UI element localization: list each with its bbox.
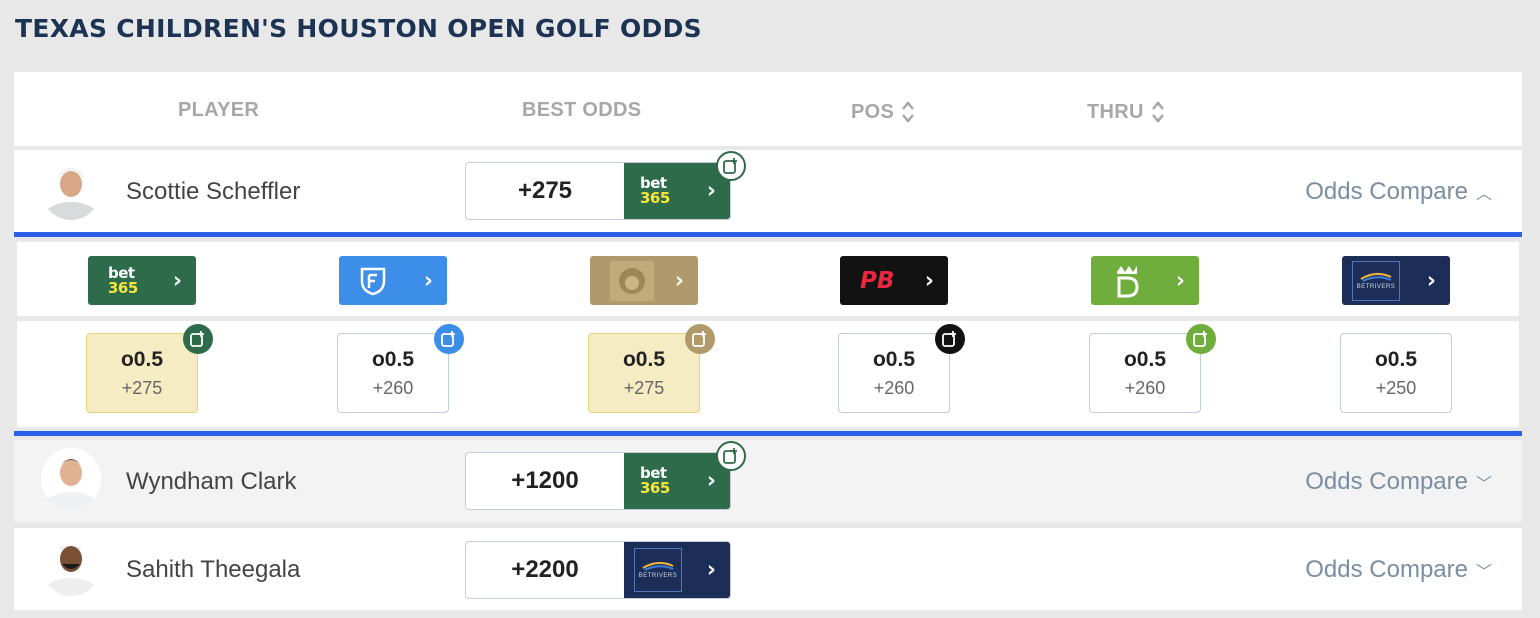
sort-icon [902,101,915,123]
chevron-right-icon: › [1426,268,1436,293]
header-thru-label: THRU [1087,100,1144,123]
odds-compare-panel: bet 365 › › › PB › › BETRIVERS › o0.5 +2… [14,232,1522,436]
pointsbet-logo-button[interactable]: PB › [840,256,948,305]
chevron-right-icon: › [1175,268,1185,293]
odds-cell-pointsbet[interactable]: o0.5 +260 [838,324,965,413]
odds-price: +275 [121,378,163,398]
player-name[interactable]: Sahith Theegala [126,556,300,584]
add-bet-icon[interactable] [1186,324,1216,354]
add-bet-icon[interactable] [685,324,715,354]
odds-cell-betrivers[interactable]: o0.5 +250 [1340,333,1452,413]
chevron-right-icon: › [706,557,716,583]
odds-cell-bet365[interactable]: o0.5 +275 [86,324,213,413]
odds-compare-toggle[interactable]: Odds Compare ﹀ [1305,556,1492,584]
chevron-right-icon: › [706,468,716,494]
player-row[interactable]: Scottie Scheffler +275 bet 365 › Odds Com… [14,150,1522,232]
bet365-logo: bet 365 › [624,163,730,219]
odds-compare-label: Odds Compare [1305,556,1468,583]
bet365-logo: bet 365 › [624,453,730,509]
chevron-right-icon: › [924,268,934,293]
odds-table: PLAYER BEST ODDS POS THRU Scottie Scheff… [14,72,1522,610]
player-row[interactable]: Wyndham Clark +1200 bet 365 › Odds Compar… [14,440,1522,522]
odds-line: o0.5 [120,348,164,371]
best-odds-value: +275 [517,177,573,204]
odds-compare-toggle[interactable]: Odds Compare ﹀ [1305,468,1492,496]
odds-line: o0.5 [371,348,415,371]
chevron-right-icon: › [706,178,716,204]
chevron-up-icon: ︿ [1475,184,1492,203]
odds-compare-toggle[interactable]: Odds Compare ︿ [1305,178,1492,206]
add-bet-icon[interactable] [434,324,464,354]
chevron-right-icon: › [674,268,684,293]
fanduel-shield-icon [360,267,386,295]
add-bet-icon[interactable] [935,324,965,354]
odds-price: +260 [1124,378,1166,398]
betmgm-lion-icon [610,260,654,301]
draftkings-crown-icon [1117,265,1139,297]
header-player[interactable]: PLAYER [178,99,259,122]
player-name[interactable]: Scottie Scheffler [126,178,300,206]
sportsbook-odds: o0.5 +275 o0.5 +260 o0.5 +275 o0.5 +260 … [17,321,1519,427]
best-odds-button[interactable]: +2200 BETRIVERS › [465,541,731,599]
bet365-logo-button[interactable]: bet 365 › [88,256,196,305]
chevron-right-icon: › [423,268,433,293]
page-title: TEXAS CHILDREN'S HOUSTON OPEN GOLF ODDS [15,14,702,43]
chevron-down-icon: ﹀ [1475,474,1492,493]
header-best-odds[interactable]: BEST ODDS [522,99,641,122]
player-avatar [41,448,101,510]
player-avatar [41,158,101,220]
odds-line: o0.5 [622,348,666,371]
chevron-right-icon: › [172,268,182,293]
odds-line: o0.5 [1374,348,1418,371]
add-bet-icon[interactable] [716,441,746,471]
add-bet-icon[interactable] [183,324,213,354]
add-bet-icon[interactable] [716,151,746,181]
odds-line: o0.5 [1123,348,1167,371]
odds-price: +260 [372,378,414,398]
betrivers-logo-button[interactable]: BETRIVERS › [1342,256,1450,305]
odds-price: +250 [1375,378,1417,398]
betmgm-logo-button[interactable]: › [590,256,698,305]
best-odds-value: +2200 [511,556,579,583]
chevron-down-icon: ﹀ [1475,562,1492,581]
odds-compare-label: Odds Compare [1305,178,1468,205]
sportsbook-logos: bet 365 › › › PB › › BETRIVERS › [17,242,1519,316]
best-odds-button[interactable]: +275 bet 365 › [465,151,746,220]
best-odds-value: +1200 [511,467,579,494]
player-avatar [41,534,101,596]
best-odds-button[interactable]: +1200 bet 365 › [465,441,746,510]
fanduel-logo-button[interactable]: › [339,256,447,305]
header-thru[interactable]: THRU [1087,99,1165,125]
player-row[interactable]: Sahith Theegala +2200 BETRIVERS › Odds C… [14,528,1522,610]
odds-price: +275 [623,378,665,398]
sort-icon [1151,101,1164,123]
table-header: PLAYER BEST ODDS POS THRU [14,72,1522,146]
header-pos[interactable]: POS [851,99,915,125]
odds-cell-fanduel[interactable]: o0.5 +260 [337,324,464,413]
betrivers-logo: BETRIVERS [1352,260,1400,301]
betrivers-logo: BETRIVERS › [624,542,730,598]
odds-cell-betmgm[interactable]: o0.5 +275 [588,324,715,413]
pointsbet-logo-text: PB [860,267,895,294]
odds-compare-label: Odds Compare [1305,468,1468,495]
header-pos-label: POS [851,100,895,123]
player-name[interactable]: Wyndham Clark [126,468,297,496]
draftkings-logo-button[interactable]: › [1091,256,1199,305]
odds-price: +260 [873,378,915,398]
odds-line: o0.5 [872,348,916,371]
odds-cell-draftkings[interactable]: o0.5 +260 [1089,324,1216,413]
